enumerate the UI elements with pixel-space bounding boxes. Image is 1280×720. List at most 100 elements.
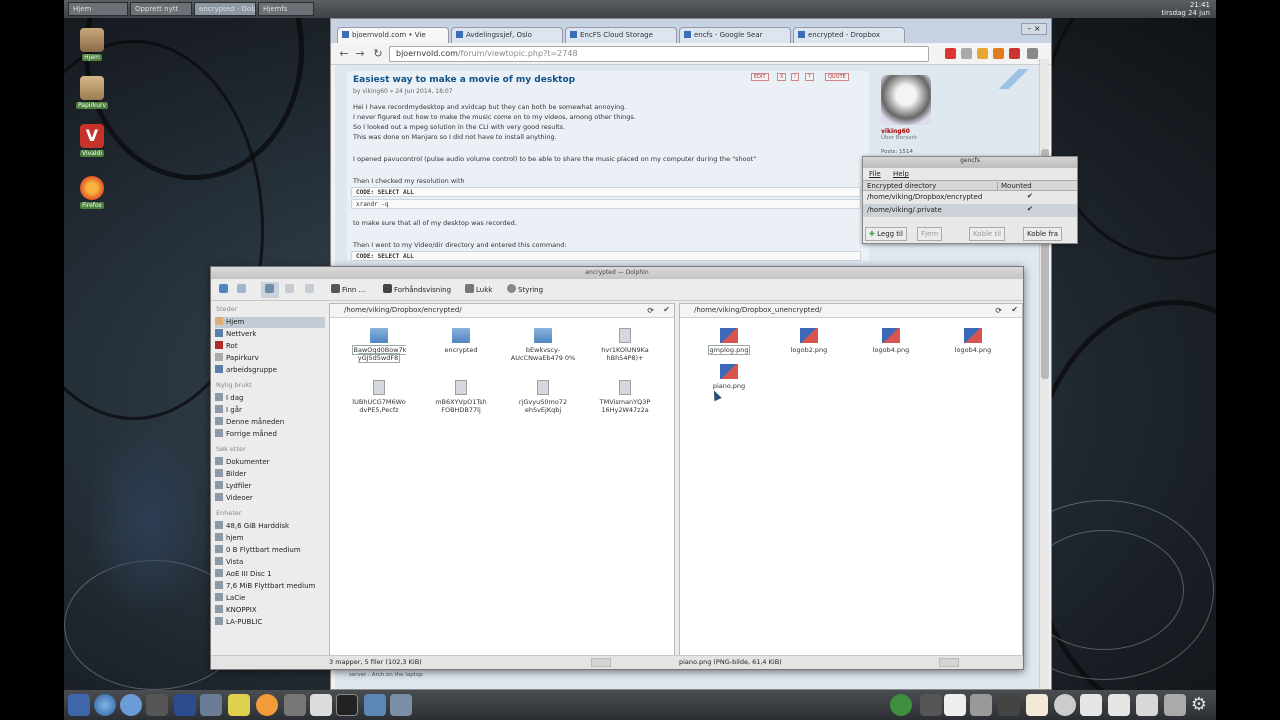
extension-icon[interactable] — [961, 48, 972, 59]
table-row[interactable]: /home/viking/.private ✔ — [863, 204, 1077, 217]
details-view-icon[interactable] — [285, 282, 296, 298]
remove-button[interactable]: Fjern — [917, 227, 943, 241]
desktop-icon-home[interactable]: Hjem — [72, 28, 112, 61]
browser-icon[interactable] — [94, 694, 116, 716]
unmount-button[interactable]: Koble fra — [1023, 227, 1063, 241]
search-item[interactable]: Dokumenter — [215, 457, 325, 468]
extension-icon[interactable] — [1009, 48, 1020, 59]
file-item[interactable]: logob2.png — [770, 328, 848, 354]
zoom-slider[interactable] — [939, 658, 959, 667]
table-row[interactable]: /home/viking/Dropbox/encrypted ✔ — [863, 191, 1077, 204]
location-bar[interactable]: /home/viking/Dropbox_unencrypted/ — [680, 304, 1022, 318]
device-item[interactable]: LaCie — [215, 593, 325, 604]
right-file-pane[interactable]: /home/viking/Dropbox_unencrypted/ ⟳ ✔ gm… — [679, 303, 1023, 659]
mounted-checkbox[interactable]: ✔ — [1027, 205, 1033, 213]
device-item[interactable]: 0 B Flyttbart medium — [215, 545, 325, 556]
device-item[interactable]: hjem — [215, 533, 325, 544]
extension-icon[interactable] — [977, 48, 988, 59]
app-launcher-icon[interactable] — [68, 694, 90, 716]
trash-icon[interactable] — [1164, 694, 1186, 716]
workspace-button[interactable]: Hjemfs — [258, 2, 314, 16]
device-icon[interactable] — [970, 694, 992, 716]
menu-icon[interactable] — [1027, 48, 1038, 59]
browser-tab[interactable]: encfs - Google Sear — [679, 27, 791, 43]
gear-icon[interactable]: ⚙ — [1188, 694, 1210, 716]
device-item[interactable]: Vista — [215, 557, 325, 568]
back-icon[interactable] — [219, 282, 230, 298]
forward-icon[interactable] — [237, 282, 248, 298]
tool-icon[interactable] — [284, 694, 306, 716]
delete-button[interactable]: X — [777, 73, 787, 81]
file-manager-icon[interactable] — [364, 694, 386, 716]
window-icon[interactable] — [1108, 694, 1130, 716]
code-header[interactable]: CODE: SELECT ALL — [351, 187, 861, 197]
checkmark-icon[interactable]: ✔ — [663, 305, 670, 314]
file-item[interactable]: TMVismanYQ3P 16Hy2W47z2a — [586, 380, 664, 414]
back-icon[interactable]: ← — [337, 47, 351, 61]
browser-tab[interactable]: EncFS Cloud Storage — [565, 27, 677, 43]
clock[interactable]: 21:41 tirsdag 24 jun — [1161, 1, 1210, 17]
reload-icon[interactable]: ↻ — [371, 47, 385, 61]
steam-icon[interactable] — [146, 694, 168, 716]
search-item[interactable]: Videoer — [215, 493, 325, 504]
workspace-button[interactable]: encrypted - Dolphin — [194, 2, 256, 16]
place-item[interactable]: Nettverk — [215, 329, 325, 340]
desktop-icon-trash[interactable]: Papirkurv — [72, 76, 112, 109]
window-icon[interactable] — [1080, 694, 1102, 716]
place-item[interactable]: arbeidsgruppe — [215, 365, 325, 376]
edit-icon[interactable] — [200, 694, 222, 716]
device-item[interactable]: LA-PUBLIC — [215, 617, 325, 628]
edit-button[interactable]: EDIT — [751, 73, 769, 81]
url-bar[interactable]: bjoernvold.com/forum/viewtopic.php?t=274… — [389, 46, 929, 62]
file-item[interactable]: rjGvyuS0mo72 ehSvEjKqbj — [504, 380, 582, 414]
place-item[interactable]: Rot — [215, 341, 325, 352]
avatar[interactable] — [881, 75, 931, 125]
profile-name[interactable]: viking60 — [881, 128, 941, 135]
column-encrypted-directory[interactable]: Encrypted directory — [867, 182, 936, 190]
browser-tab[interactable]: encrypted - Dropbox — [793, 27, 905, 43]
file-item[interactable]: gmplog.png — [690, 328, 768, 355]
notes-icon[interactable] — [944, 694, 966, 716]
recent-item[interactable]: Forrige måned — [215, 429, 325, 440]
menu-help[interactable]: Help — [893, 170, 909, 178]
recent-item[interactable]: I går — [215, 405, 325, 416]
mount-button[interactable]: Koble til — [969, 227, 1006, 241]
game-icon[interactable] — [228, 694, 250, 716]
mounted-checkbox[interactable]: ✔ — [1027, 192, 1033, 200]
menu-file[interactable]: File — [869, 170, 881, 178]
file-item[interactable]: mB6XYVpO1Tsh FOBHDB77lj — [422, 380, 500, 414]
disc-icon[interactable] — [1054, 694, 1076, 716]
document-icon[interactable] — [174, 694, 196, 716]
page-scrollbar[interactable] — [1039, 59, 1049, 689]
window-controls[interactable]: – × — [1021, 23, 1047, 35]
window-icon[interactable] — [390, 694, 412, 716]
place-item[interactable]: Hjem — [215, 317, 325, 328]
file-item[interactable]: hvr1KOlUN9Ka hBh54P8)+ — [586, 328, 664, 362]
place-item[interactable]: Papirkurv — [215, 353, 325, 364]
firefox-icon[interactable] — [256, 694, 278, 716]
desktop-icon-vivaldi[interactable]: V Vivaldi — [72, 124, 112, 157]
info-button[interactable]: ? — [805, 73, 814, 81]
search-item[interactable]: Bilder — [215, 469, 325, 480]
report-button[interactable]: ! — [791, 73, 800, 81]
find-button[interactable]: Finn ... — [331, 282, 365, 298]
file-item[interactable]: logob4.png — [852, 328, 930, 354]
close-split-button[interactable]: Lukk — [465, 282, 492, 298]
network-icon[interactable] — [120, 694, 142, 716]
location-bar[interactable]: /home/viking/Dropbox/encrypted/ — [330, 304, 674, 318]
device-item[interactable]: KNOPPIX — [215, 605, 325, 616]
device-item[interactable]: AoE III Disc 1 — [215, 569, 325, 580]
status-indicator-icon[interactable] — [890, 694, 912, 716]
recent-item[interactable]: Denne måneden — [215, 417, 325, 428]
forward-icon[interactable]: → — [353, 47, 367, 61]
column-mounted[interactable]: Mounted — [997, 182, 1032, 190]
quote-button[interactable]: QUOTE — [825, 73, 849, 81]
browser-tab[interactable]: bjoernvold.com • Vie — [337, 27, 449, 43]
split-view-icon[interactable] — [305, 282, 316, 298]
file-item[interactable]: logob4.png — [934, 328, 1012, 354]
file-item[interactable]: lUBhUCG7M6Wo dvPE5,Pecfz — [340, 380, 418, 414]
refresh-icon[interactable]: ⟳ — [995, 306, 1002, 315]
file-item[interactable]: bEwkvscy-AUcCNwaEb479 0% — [504, 328, 582, 362]
audio-icon[interactable] — [998, 694, 1020, 716]
device-item[interactable]: 48,6 GiB Harddisk — [215, 521, 325, 532]
